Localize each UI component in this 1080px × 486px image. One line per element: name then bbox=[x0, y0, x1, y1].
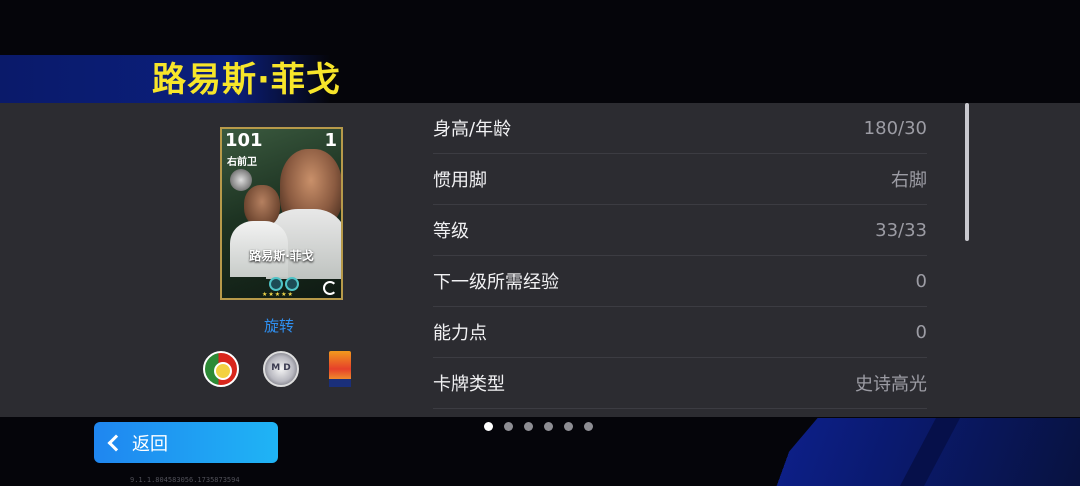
card-position: 右前卫 bbox=[227, 157, 257, 168]
league-badge-icon[interactable] bbox=[329, 351, 351, 387]
stat-value: 33/33 bbox=[875, 219, 927, 241]
page-title: 路易斯·菲戈 bbox=[152, 60, 341, 100]
page-dot[interactable] bbox=[564, 422, 573, 431]
stat-value: 180/30 bbox=[863, 117, 927, 139]
stat-row: 等级 33/33 bbox=[433, 205, 927, 256]
affiliation-badges bbox=[203, 351, 353, 389]
card-skill-badges bbox=[267, 277, 301, 291]
stat-value: 右脚 bbox=[891, 170, 927, 191]
club-badge-icon[interactable] bbox=[263, 351, 299, 387]
stat-label: 身高/年龄 bbox=[433, 119, 512, 140]
stat-label: 下一级所需经验 bbox=[433, 272, 559, 293]
stat-row: 能力点 0 bbox=[433, 307, 927, 358]
card-rating: 101 bbox=[225, 130, 263, 151]
player-card[interactable]: 101 1 右前卫 路易斯·菲戈 ★★★★★ bbox=[220, 127, 343, 300]
card-stars: ★★★★★ bbox=[262, 291, 294, 298]
back-button[interactable]: 返回 bbox=[94, 422, 278, 463]
page-dot[interactable] bbox=[524, 422, 533, 431]
stat-label: 卡牌类型 bbox=[433, 374, 505, 395]
stat-label: 等级 bbox=[433, 221, 469, 242]
skill-badge-icon bbox=[269, 277, 283, 291]
back-button-label: 返回 bbox=[132, 433, 168, 455]
page-dot[interactable] bbox=[584, 422, 593, 431]
scrollbar[interactable] bbox=[965, 103, 969, 241]
page-indicator bbox=[484, 422, 593, 431]
stat-value: 0 bbox=[915, 270, 927, 292]
stat-row: 身高/年龄 180/30 bbox=[433, 103, 927, 154]
nationality-flag-icon[interactable] bbox=[203, 351, 239, 387]
stat-label: 能力点 bbox=[433, 323, 487, 344]
page-dot[interactable] bbox=[504, 422, 513, 431]
card-club-icon bbox=[230, 169, 252, 191]
rotate-button[interactable]: 旋转 bbox=[264, 315, 294, 336]
build-version-text: 9.1.1.804583056.1735873594 bbox=[130, 476, 240, 484]
chevron-left-icon bbox=[107, 434, 125, 451]
efootball-logo-icon bbox=[323, 281, 337, 295]
stat-row: 卡牌类型 史诗高光 bbox=[433, 358, 927, 409]
page-dot[interactable] bbox=[544, 422, 553, 431]
stat-value: 0 bbox=[915, 321, 927, 343]
player-info-panel: 101 1 右前卫 路易斯·菲戈 ★★★★★ 旋转 身高/年龄 180/30 惯用脚… bbox=[0, 103, 1080, 417]
stat-value: 史诗高光 bbox=[855, 374, 927, 395]
stat-row: 惯用脚 右脚 bbox=[433, 154, 927, 205]
card-player-name: 路易斯·菲戈 bbox=[249, 249, 314, 263]
skill-badge-icon bbox=[285, 277, 299, 291]
stat-row: 下一级所需经验 0 bbox=[433, 256, 927, 307]
stat-label: 惯用脚 bbox=[433, 170, 487, 191]
card-level: 1 bbox=[324, 130, 337, 151]
stats-list: 身高/年龄 180/30 惯用脚 右脚等级 33/33 下一级所需经验 0 能力点 0 卡牌类型 史… bbox=[433, 103, 927, 409]
page-dot[interactable] bbox=[484, 422, 493, 431]
